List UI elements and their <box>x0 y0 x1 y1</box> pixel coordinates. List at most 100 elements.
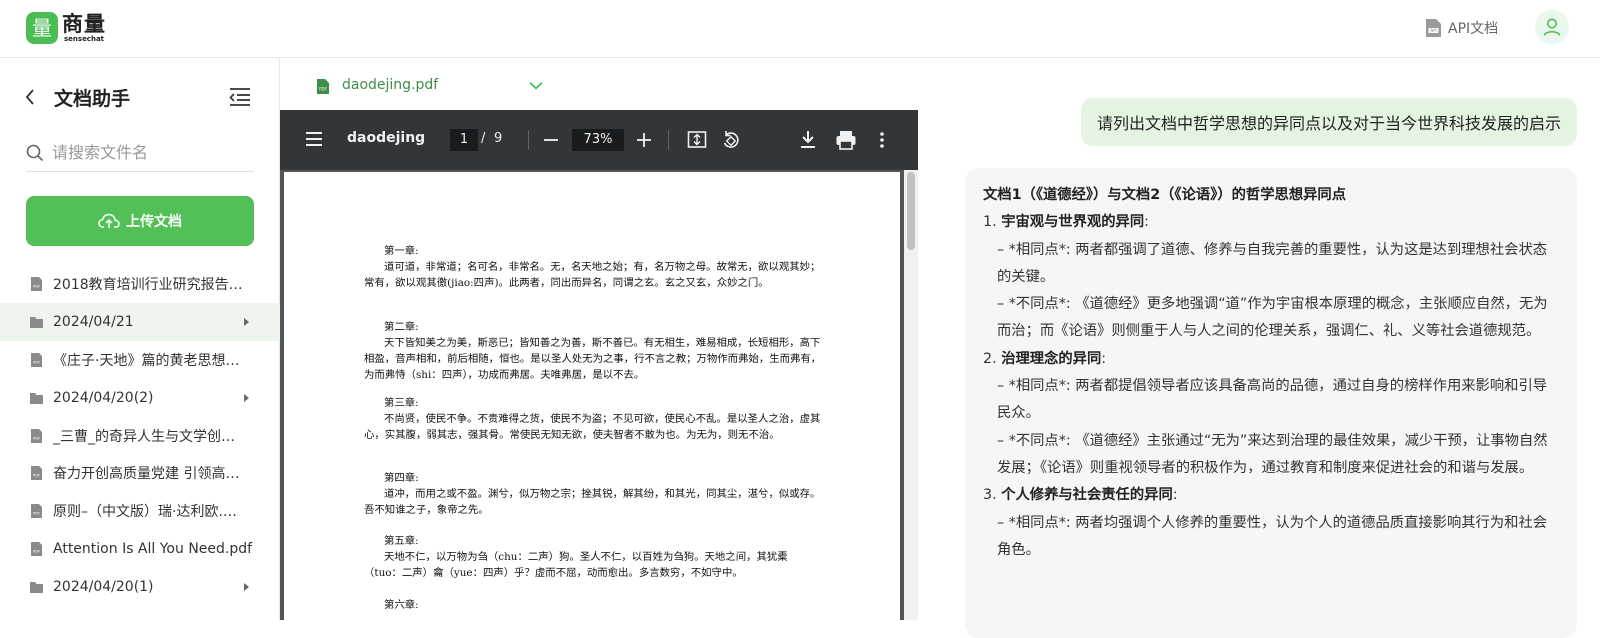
collapse-sidebar-icon[interactable] <box>229 87 251 107</box>
pdf-title: daodejing <box>347 130 426 146</box>
toolbar-divider <box>528 130 529 150</box>
chapter-text: 天下皆知美之为美，斯恶已；皆知善之为善，斯不善已。有无相生，难易相成，长短相形，… <box>364 337 822 381</box>
download-icon[interactable] <box>799 129 817 151</box>
page-number-input[interactable]: 1 <box>450 129 478 151</box>
search-icon <box>26 144 44 161</box>
pdf-file-icon: PDF <box>31 428 42 443</box>
assistant-answer: 文档1（《道德经》）与文档2（《论语》）的哲学思想异同点 1. 宇宙观与世界观的异… <box>965 168 1577 638</box>
expand-arrow-icon[interactable] <box>244 583 249 592</box>
svg-text:PDF: PDF <box>319 87 327 92</box>
brand-logo[interactable]: 量 商量 sensechat <box>26 12 106 44</box>
pane-gutter <box>918 108 941 620</box>
upload-label: 上传文档 <box>126 214 182 230</box>
fit-page-icon[interactable] <box>687 129 707 151</box>
api-doc-icon: API <box>1426 19 1441 37</box>
back-arrow-icon[interactable] <box>24 88 36 106</box>
pdf-page: 第一章: 道可道，非常道；名可名，非常名。无，名天地之始；有，名万物之母。故常无，… <box>284 172 900 632</box>
answer-section-heading: 1. 宇宙观与世界观的异同: <box>983 209 1557 236</box>
logo-mark: 量 <box>26 12 58 44</box>
pdf-canvas[interactable]: 第一章: 道可道，非常道；名可名，非常名。无，名天地之始；有，名万物之母。故常无，… <box>280 170 918 632</box>
more-options-icon[interactable] <box>879 129 885 151</box>
file-item-label: 2024/04/20(2) <box>53 389 154 406</box>
brand-name: 商量 <box>62 11 106 36</box>
total-pages: 9 <box>494 131 503 146</box>
section-number: 2. <box>983 350 1002 367</box>
page-separator: / <box>481 131 486 146</box>
section-title: 个人修养与社会责任的异同 <box>1001 487 1173 504</box>
pdf-file-icon: PDF <box>31 352 42 367</box>
pdf-chapter: 第六章: <box>364 597 824 613</box>
section-colon: : <box>1144 214 1149 231</box>
file-item-label: 2024/04/21 <box>53 313 134 330</box>
answer-point: – *不同点*: 《道德经》更多地强调“道”作为宇宙根本原理的概念，主张顺应自然… <box>997 296 1548 340</box>
file-item-label: 奋力开创高质量党建 引领高… <box>53 466 240 483</box>
answer-point: – *不同点*: 《道德经》主张通过“无为”来达到治理的最佳效果，减少干预，让事… <box>997 432 1548 476</box>
file-item[interactable]: PDF Attention Is All You Need.pdf <box>0 530 280 568</box>
chapter-heading: 第二章: <box>384 321 419 333</box>
folder-icon <box>30 392 43 404</box>
pdf-file-icon: PDF <box>31 276 42 291</box>
api-doc-label: API文档 <box>1448 21 1499 37</box>
chat-pane: 请列出文档中哲学思想的异同点以及对于当今世界科技发展的启示 文档1（《道德经》）… <box>941 58 1600 638</box>
user-icon <box>1543 18 1561 36</box>
pdf-chapter: 第一章: 道可道，非常道；名可名，非常名。无，名天地之始；有，名万物之母。故常无，… <box>364 243 824 291</box>
answer-point: – *相同点*: 两者都提倡领导者应该具备高尚的品德，通过自身的榜样作用来影响和… <box>997 378 1548 422</box>
pdf-file-icon: PDF <box>31 542 42 557</box>
folder-item[interactable]: 2024/04/20(2) <box>0 379 280 417</box>
pdf-file-icon: PDF <box>317 79 329 94</box>
chapter-text: 不尚贤，使民不争。不贵难得之货，使民不为盗；不见可欲，使民心不乱。是以圣人之治，… <box>364 413 821 441</box>
search-input[interactable] <box>52 143 242 162</box>
answer-section-heading: 3. 个人修养与社会责任的异同: <box>983 482 1557 509</box>
file-item[interactable]: PDF _三曹_的奇异人生与文学创… <box>0 417 280 455</box>
api-doc-link[interactable]: API API文档 <box>1425 18 1498 38</box>
file-item[interactable]: PDF 原则–（中文版）瑞·达利欧.… <box>0 492 280 530</box>
pdf-file-icon: PDF <box>31 466 42 481</box>
answer-title: 文档1（《道德经》）与文档2（《论语》）的哲学思想异同点 <box>983 187 1347 203</box>
svg-text:PDF: PDF <box>33 284 40 288</box>
current-file-name: daodejing.pdf <box>342 77 439 93</box>
brand-sub: sensechat <box>64 34 105 43</box>
document-sidebar: 文档助手 上传文档 PDF2018教育培训行业研究报告…2024/04/21PD… <box>0 58 280 620</box>
scrollbar-thumb[interactable] <box>907 172 915 250</box>
answer-section-heading: 2. 治理理念的异同: <box>983 346 1557 373</box>
svg-text:PDF: PDF <box>33 550 40 554</box>
section-colon: : <box>1101 350 1107 367</box>
chapter-heading: 第三章: <box>384 397 419 409</box>
file-item[interactable]: PDF 奋力开创高质量党建 引领高… <box>0 454 280 492</box>
file-item[interactable]: PDF 2018教育培训行业研究报告… <box>0 265 280 303</box>
chapter-heading: 第五章: <box>384 535 419 547</box>
pdf-chapter: 第二章: 天下皆知美之为美，斯恶已；皆知善之为善，斯不善已。有无相生，难易相成，长… <box>364 319 824 383</box>
folder-item[interactable]: 2024/04/20(1) <box>0 568 280 606</box>
print-icon[interactable] <box>835 129 857 151</box>
answer-point: – *相同点*: 两者都强调了道德、修养与自我完善的重要性，认为这是达到理想社会… <box>997 241 1548 285</box>
zoom-level[interactable]: 73% <box>572 129 624 151</box>
file-search <box>26 134 254 172</box>
user-avatar[interactable] <box>1535 10 1569 44</box>
sidebar-title: 文档助手 <box>54 88 131 110</box>
chevron-down-icon[interactable] <box>529 81 543 90</box>
pdf-scrollbar[interactable] <box>904 170 918 620</box>
zoom-out-icon[interactable] <box>543 129 559 151</box>
menu-icon[interactable] <box>304 130 324 148</box>
file-list: PDF 2018教育培训行业研究报告… 2024/04/21 PDF 《庄子·天地》篇的… <box>0 265 280 606</box>
folder-icon <box>30 316 43 328</box>
zoom-in-icon[interactable] <box>636 129 652 151</box>
file-selector[interactable]: PDF daodejing.pdf <box>280 58 941 108</box>
logo-wordmark: 商量 sensechat <box>62 11 106 43</box>
expand-arrow-icon[interactable] <box>244 317 249 326</box>
section-number: 1. <box>983 214 1002 231</box>
sidebar-header: 文档助手 <box>0 58 280 138</box>
svg-text:PDF: PDF <box>33 436 40 440</box>
file-item[interactable]: PDF 《庄子·天地》篇的黄老思想… <box>0 341 280 379</box>
pdf-toolbar: daodejing 1 / 9 73% <box>280 110 918 170</box>
folder-item[interactable]: 2024/04/21 <box>0 302 280 341</box>
upload-button[interactable]: 上传文档 <box>26 196 254 246</box>
svg-text:PDF: PDF <box>33 512 40 516</box>
top-bar: 量 商量 sensechat API API文档 <box>0 0 1600 58</box>
chapter-heading: 第四章: <box>384 472 419 484</box>
rotate-icon[interactable] <box>720 129 742 151</box>
section-colon: : <box>1172 487 1178 504</box>
section-number: 3. <box>983 487 1002 504</box>
expand-arrow-icon[interactable] <box>244 393 249 402</box>
pdf-chapter: 第三章: 不尚贤，使民不争。不贵难得之货，使民不为盗；不见可欲，使民心不乱。是以圣… <box>364 395 824 443</box>
